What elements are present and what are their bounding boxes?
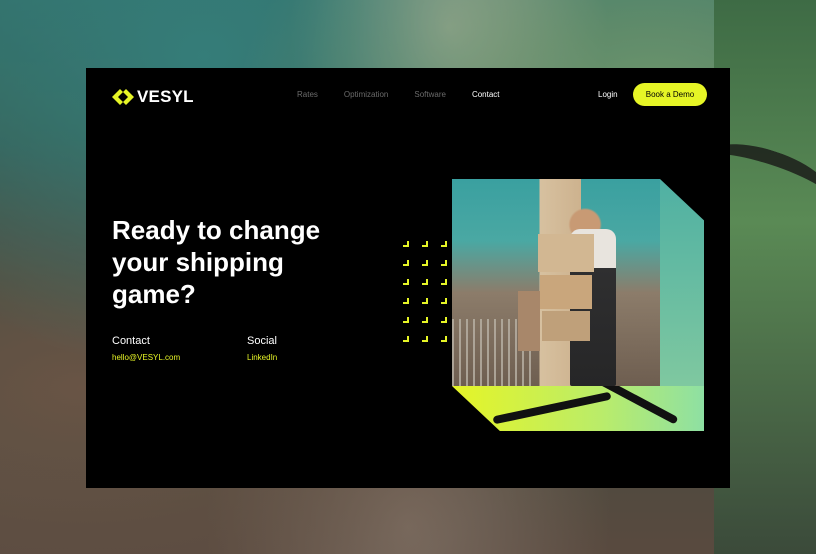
corner-marker	[403, 298, 409, 304]
logo-text: VESYL	[137, 87, 194, 106]
corner-marker	[441, 336, 447, 342]
logo[interactable]: VESYL	[112, 87, 194, 107]
contact-card: VESYL Rates Optimization Software Contac…	[86, 68, 730, 488]
corner-marker	[422, 298, 428, 304]
linkedin-link[interactable]: LinkedIn	[247, 353, 277, 362]
corner-marker	[403, 317, 409, 323]
page-headline: Ready to change your shipping game?	[112, 215, 321, 309]
book-demo-button[interactable]: Book a Demo	[633, 83, 707, 106]
nav-link-rates[interactable]: Rates	[297, 90, 318, 99]
corner-marker	[441, 317, 447, 323]
login-link[interactable]: Login	[598, 90, 618, 99]
corner-marker	[422, 336, 428, 342]
hero-image-composite	[452, 179, 704, 431]
corner-marker	[422, 317, 428, 323]
vesyl-chevron-logo-icon	[112, 89, 134, 105]
main-nav: Rates Optimization Software Contact	[297, 90, 526, 99]
corner-marker	[403, 279, 409, 285]
corner-marker	[441, 260, 447, 266]
corner-marker	[403, 260, 409, 266]
corner-marker	[403, 241, 409, 247]
contact-title: Contact	[112, 335, 150, 347]
corner-marker	[441, 298, 447, 304]
teal-accent-panel	[660, 179, 704, 386]
social-title: Social	[247, 335, 277, 347]
corner-marker	[422, 241, 428, 247]
lime-accent-panel	[452, 386, 704, 431]
nav-link-software[interactable]: Software	[414, 90, 446, 99]
corner-marker	[403, 336, 409, 342]
corner-marker	[422, 260, 428, 266]
corner-marker	[422, 279, 428, 285]
corner-marker	[441, 241, 447, 247]
nav-link-optimization[interactable]: Optimization	[344, 90, 388, 99]
warehouse-worker-photo	[452, 179, 660, 386]
contact-email-link[interactable]: hello@VESYL.com	[112, 353, 180, 362]
nav-link-contact[interactable]: Contact	[472, 90, 500, 99]
corner-marker	[441, 279, 447, 285]
